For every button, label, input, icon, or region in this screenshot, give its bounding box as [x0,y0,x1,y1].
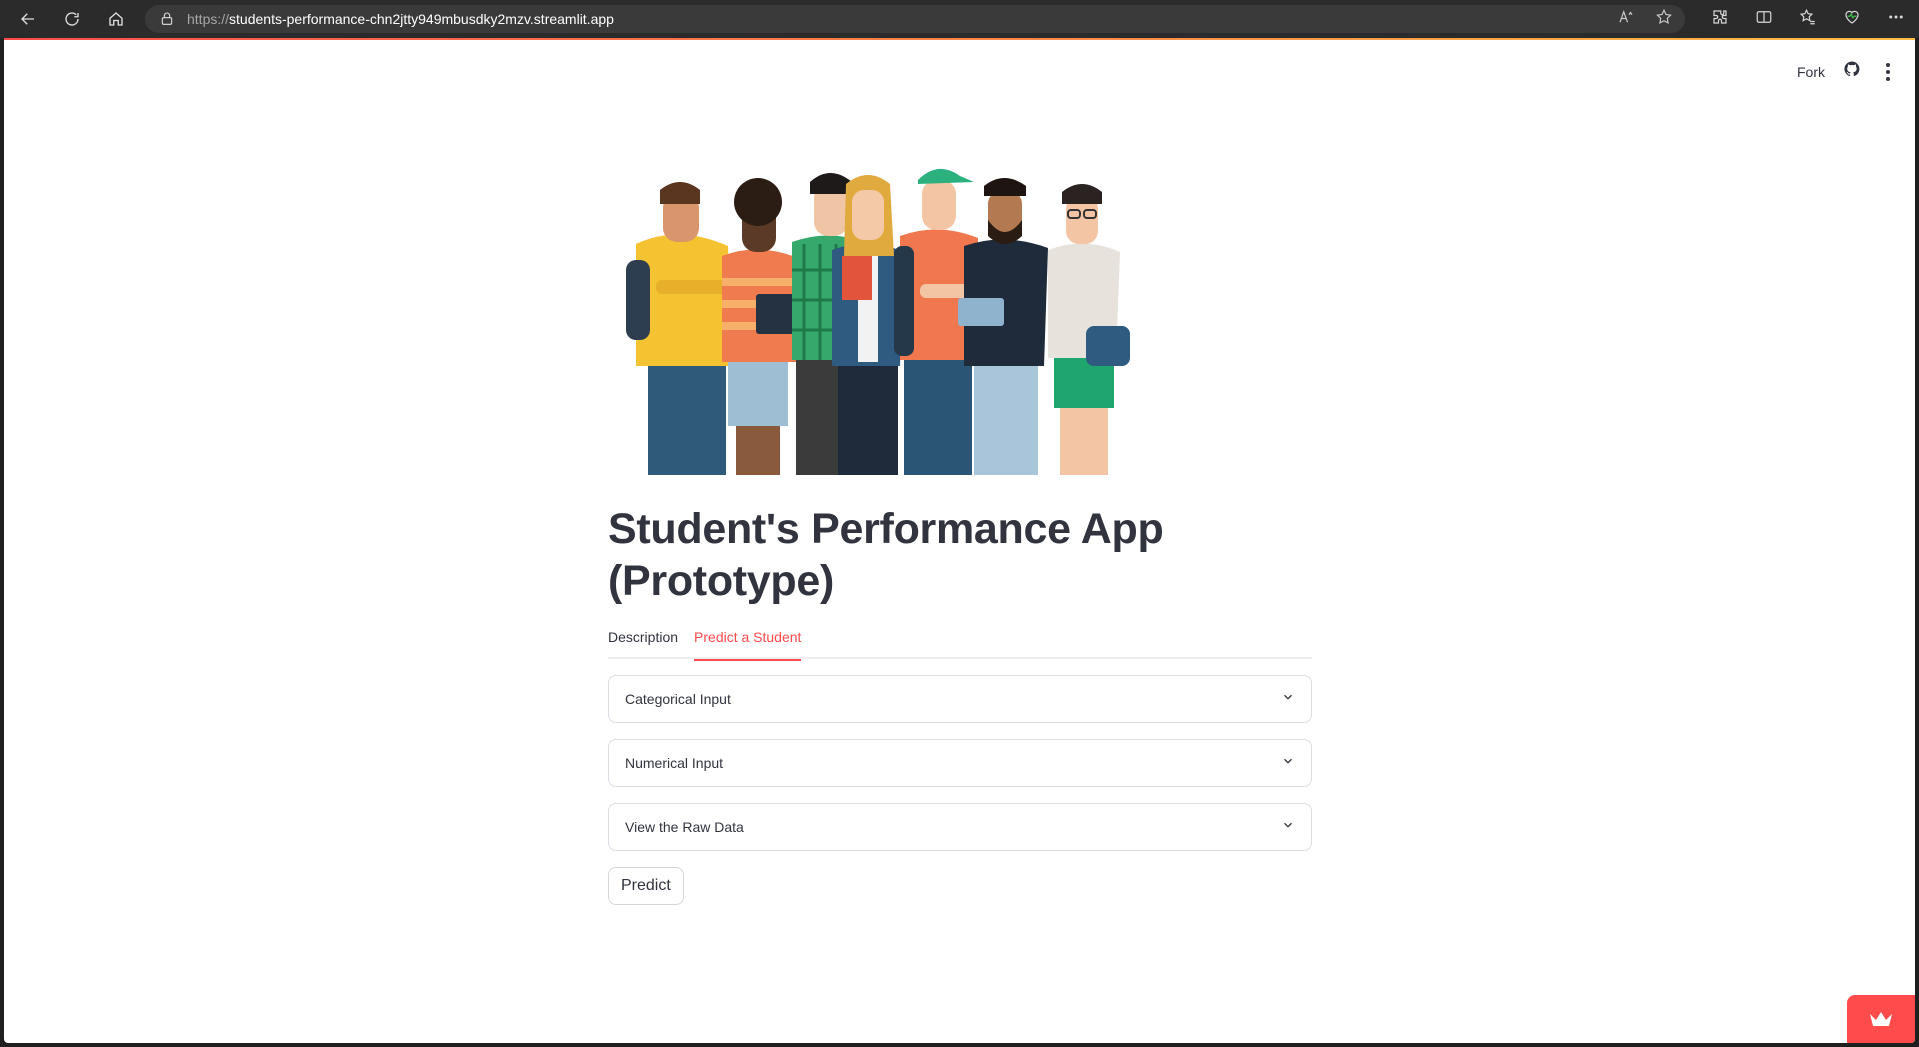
back-button[interactable] [6,0,50,38]
read-aloud-button[interactable] [1617,8,1635,31]
github-icon[interactable] [1843,60,1861,83]
favorites-button[interactable] [1799,8,1817,31]
home-button[interactable] [94,0,138,38]
student-figure-1 [626,182,732,475]
settings-more-button[interactable] [1887,8,1905,31]
vertical-dots-icon[interactable] [1879,62,1897,81]
browser-essentials-button[interactable] [1843,8,1861,31]
students-illustration [608,160,1228,475]
predict-button[interactable]: Predict [608,867,684,905]
read-aloud-icon [1619,9,1633,22]
numerical-input-expander[interactable]: Numerical Input [608,739,1312,787]
main-content: Student's Performance App (Prototype) De… [608,160,1312,905]
page-viewport: Fork Student's Performance App (Prototyp… [4,40,1915,1043]
extensions-button[interactable] [1711,8,1729,31]
chevron-down-icon [1281,690,1295,709]
streamlit-crown-icon [1870,1012,1892,1026]
expander-label: Numerical Input [625,755,724,771]
browser-toolbar: https://students-performance-chn2jtty949… [0,0,1919,38]
star-icon [1656,8,1672,24]
streamlit-header: Fork [1797,60,1897,83]
split-screen-icon [1756,10,1772,23]
favorites-icon [1799,8,1815,24]
favorite-button[interactable] [1655,8,1673,31]
categorical-input-expander[interactable]: Categorical Input [608,675,1312,723]
fork-button[interactable]: Fork [1797,64,1825,80]
tab-predict-a-student[interactable]: Predict a Student [694,629,802,661]
chevron-down-icon [1281,754,1295,773]
page-title: Student's Performance App (Prototype) [608,505,1164,605]
split-screen-button[interactable] [1755,8,1773,31]
lock-icon [159,11,175,27]
reload-button[interactable] [50,0,94,38]
tab-bar: Description Predict a Student [608,629,1312,661]
student-figure-7 [1048,184,1130,475]
heart-health-icon [1845,10,1859,24]
home-icon [109,12,123,26]
back-arrow-icon [21,13,34,25]
puzzle-icon [1713,9,1727,24]
expander-label: Categorical Input [625,691,731,707]
view-raw-data-expander[interactable]: View the Raw Data [608,803,1312,851]
url-text: https://students-performance-chn2jtty949… [187,11,614,27]
streamlit-badge[interactable] [1847,995,1915,1043]
expander-label: View the Raw Data [625,819,744,835]
more-dots-icon [1889,15,1903,19]
address-bar[interactable]: https://students-performance-chn2jtty949… [145,5,1685,33]
reload-icon [65,12,79,26]
chevron-down-icon [1281,818,1295,837]
tab-description[interactable]: Description [608,629,678,659]
